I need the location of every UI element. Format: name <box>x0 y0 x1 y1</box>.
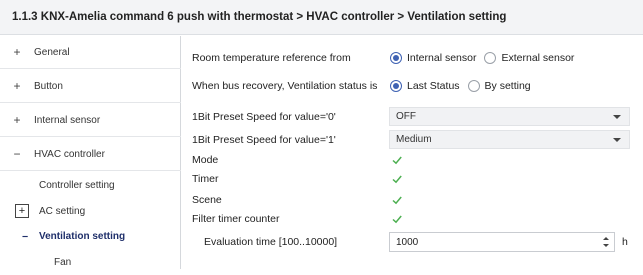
window-title-bar: 1.1.3 KNX-Amelia command 6 push with the… <box>0 0 643 35</box>
sidebar-item-general[interactable]: + General <box>0 36 181 69</box>
sidebar-item-controller-setting[interactable]: Controller setting <box>0 173 181 198</box>
param-row-scene: Scene <box>181 192 643 208</box>
param-label: When bus recovery, Ventilation status is <box>192 80 378 92</box>
param-row-filter-timer: Filter timer counter <box>181 211 643 227</box>
unit-label: h <box>622 236 628 248</box>
sidebar-item-label: Controller setting <box>39 180 115 191</box>
sidebar-item-label: Ventilation setting <box>39 231 126 242</box>
input-value: 1000 <box>396 236 419 248</box>
checkmark-icon <box>392 175 402 184</box>
collapse-icon: − <box>22 230 29 243</box>
parameter-panel: Room temperature reference from Internal… <box>181 36 643 269</box>
param-label: Mode <box>192 154 219 166</box>
radio-label: External sensor <box>501 52 575 64</box>
radio-external-sensor[interactable]: External sensor <box>484 52 574 64</box>
preset1-dropdown[interactable]: Medium <box>389 130 630 149</box>
param-row-preset1: 1Bit Preset Speed for value='1' Medium <box>181 130 643 149</box>
collapse-icon: − <box>13 147 21 161</box>
param-label: Evaluation time [100..10000] <box>204 236 338 248</box>
param-label: Filter timer counter <box>192 213 280 225</box>
dropdown-value: OFF <box>396 111 416 122</box>
sidebar-item-ac-setting[interactable]: + AC setting <box>0 199 181 224</box>
sidebar-item-fan[interactable]: Fan <box>0 250 181 275</box>
param-row-timer: Timer <box>181 171 643 187</box>
dropdown-value: Medium <box>396 134 432 145</box>
param-label: Timer <box>192 173 219 185</box>
sidebar: + General + Button + Internal sensor − H… <box>0 36 181 269</box>
filter-timer-checkbox[interactable] <box>391 213 403 225</box>
radio-by-setting[interactable]: By setting <box>467 80 531 92</box>
sidebar-item-internal-sensor[interactable]: + Internal sensor <box>0 104 181 137</box>
sidebar-item-label: Fan <box>54 257 72 268</box>
checkmark-icon <box>392 156 402 165</box>
radio-selected-icon <box>390 80 402 92</box>
checkmark-icon <box>392 196 402 205</box>
sidebar-item-label: Button <box>34 80 63 92</box>
param-row-evaluation-time: Evaluation time [100..10000] 1000 h <box>181 232 643 252</box>
param-row-preset0: 1Bit Preset Speed for value='0' OFF <box>181 107 643 126</box>
radio-label: Last Status <box>407 80 460 92</box>
mode-checkbox[interactable] <box>391 154 403 166</box>
sidebar-item-ventilation-setting[interactable]: − Ventilation setting <box>0 224 181 249</box>
radio-label: Internal sensor <box>407 52 477 64</box>
radio-selected-icon <box>390 52 402 64</box>
param-row-bus-recovery: When bus recovery, Ventilation status is… <box>181 78 643 94</box>
radio-last-status[interactable]: Last Status <box>390 80 460 92</box>
sidebar-item-label: Internal sensor <box>34 114 101 126</box>
preset0-dropdown[interactable]: OFF <box>389 107 630 126</box>
evaluation-time-input[interactable]: 1000 <box>389 232 615 252</box>
radio-group-room-temp: Internal sensor External sensor <box>390 52 582 64</box>
sidebar-item-hvac-controller[interactable]: − HVAC controller <box>0 138 181 171</box>
expand-icon: + <box>13 113 21 127</box>
timer-checkbox[interactable] <box>391 173 403 185</box>
param-label: Room temperature reference from <box>192 52 351 64</box>
expand-icon[interactable]: + <box>15 204 29 218</box>
expand-icon: + <box>13 45 21 59</box>
sidebar-item-button[interactable]: + Button <box>0 70 181 103</box>
param-label: 1Bit Preset Speed for value='0' <box>192 110 336 123</box>
scene-checkbox[interactable] <box>391 194 403 206</box>
param-row-mode: Mode <box>181 152 643 168</box>
breadcrumb-title: 1.1.3 KNX-Amelia command 6 push with the… <box>12 11 507 23</box>
sidebar-item-label: General <box>34 46 70 58</box>
param-label: 1Bit Preset Speed for value='1' <box>192 133 336 146</box>
sidebar-item-label: AC setting <box>39 206 86 217</box>
radio-group-bus-recovery: Last Status By setting <box>390 80 539 92</box>
spinner-arrows-icon[interactable] <box>602 235 610 249</box>
radio-unselected-icon <box>484 52 497 64</box>
radio-internal-sensor[interactable]: Internal sensor <box>390 52 476 64</box>
param-label: Scene <box>192 194 222 206</box>
checkmark-icon <box>392 215 402 224</box>
sidebar-item-label: HVAC controller <box>34 148 105 160</box>
param-row-room-temp: Room temperature reference from Internal… <box>181 50 643 66</box>
expand-icon: + <box>13 79 21 93</box>
chevron-down-icon <box>613 138 621 142</box>
chevron-down-icon <box>613 115 621 119</box>
radio-label: By setting <box>484 80 531 92</box>
radio-unselected-icon <box>467 80 480 92</box>
